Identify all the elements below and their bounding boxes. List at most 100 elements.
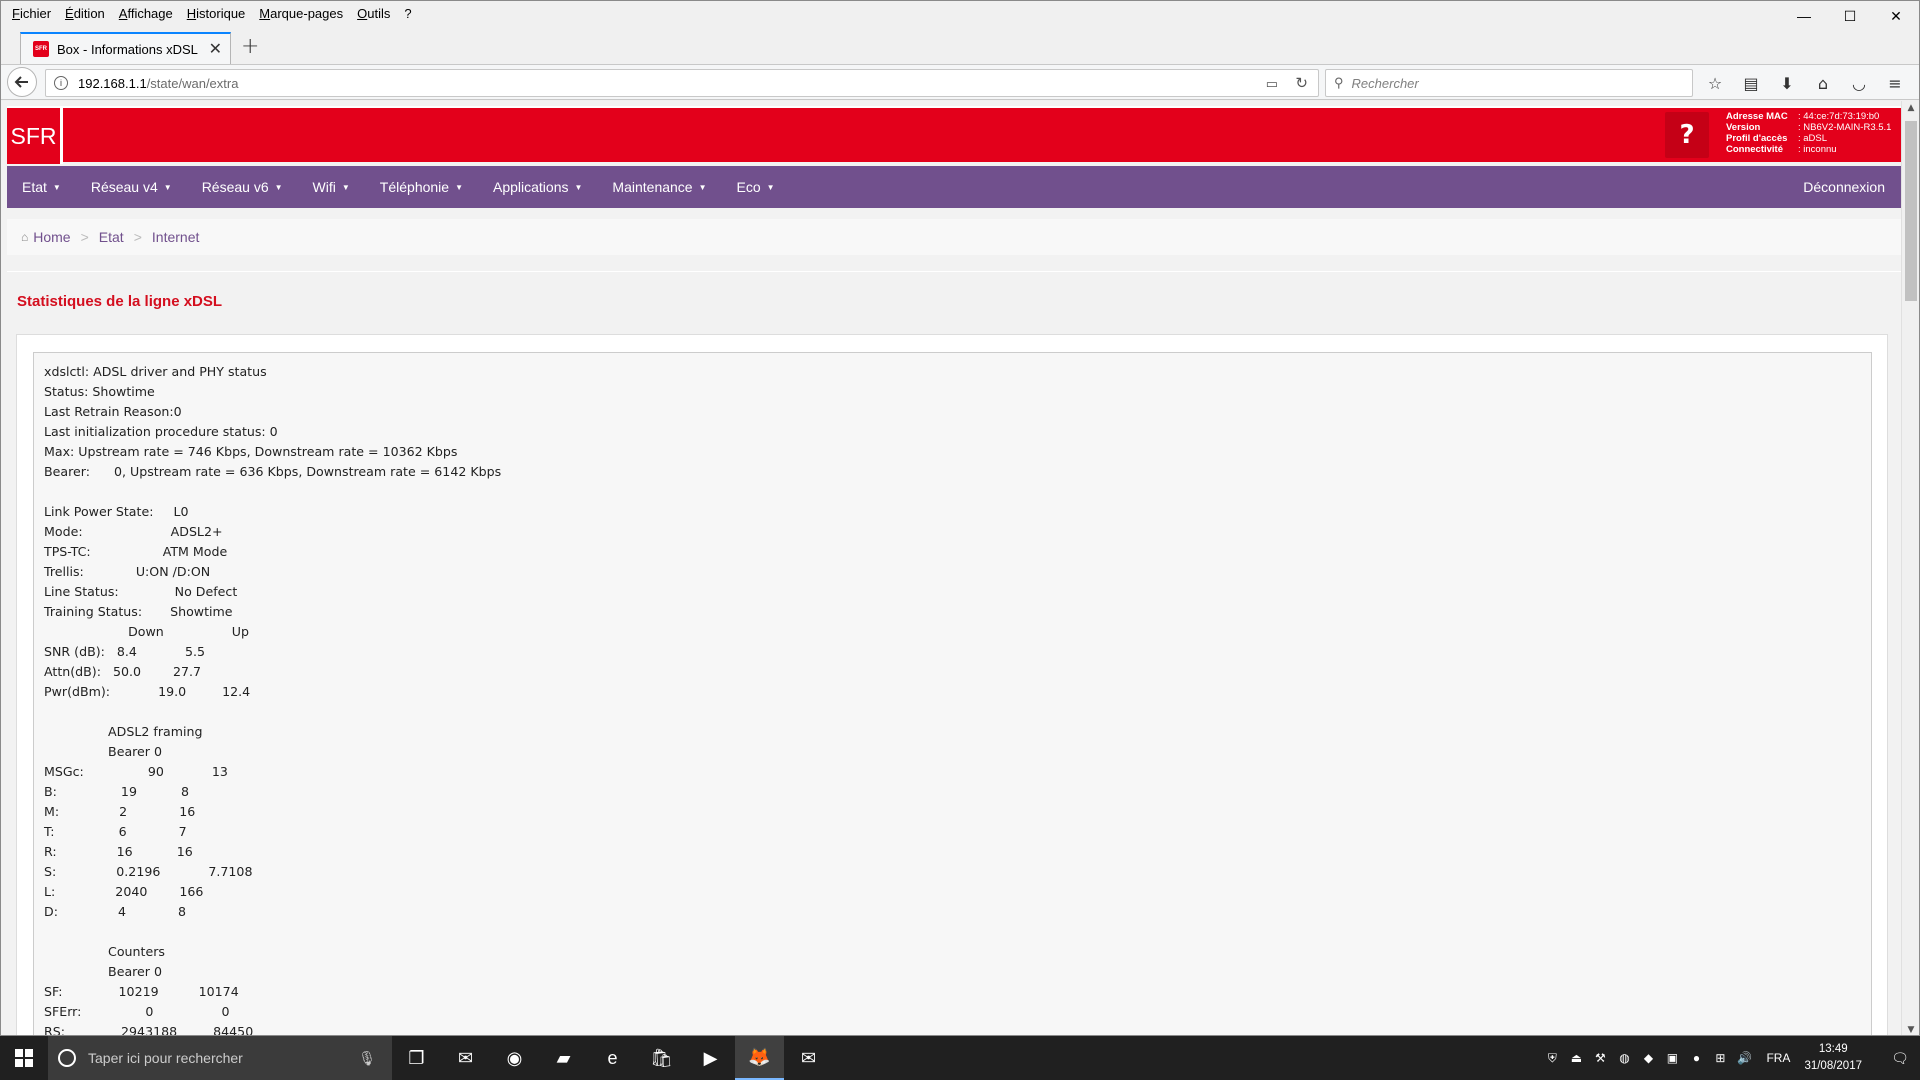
notifications-icon[interactable]: 🗨 xyxy=(1880,1050,1920,1067)
info-icon[interactable]: i xyxy=(54,76,68,90)
page-viewport: SFR ? Adresse MAC: 44:ce:7d:73:19:b0 Ver… xyxy=(1,101,1901,1036)
menu-outils[interactable]: Outils xyxy=(350,6,397,21)
breadcrumb-etat[interactable]: Etat xyxy=(99,229,124,245)
nav-item-eco[interactable]: Eco ▼ xyxy=(722,166,790,208)
media-player-icon[interactable]: ▶ xyxy=(686,1036,735,1080)
nav-label: Eco xyxy=(736,179,761,195)
search-icon: ⚲ xyxy=(1334,75,1344,90)
caret-down-icon: ▼ xyxy=(574,182,583,192)
breadcrumb-internet[interactable]: Internet xyxy=(152,229,199,245)
file-explorer-icon[interactable]: ▰ xyxy=(539,1036,588,1080)
nav-label: Maintenance xyxy=(612,179,693,195)
chrome-icon[interactable]: ◉ xyxy=(490,1036,539,1080)
microphone-icon[interactable]: 🎙 xyxy=(358,1050,376,1067)
reader-view-icon[interactable]: ▭ xyxy=(1266,76,1278,92)
reload-icon[interactable]: ↻ xyxy=(1295,74,1308,92)
info-row: Version : NB6V2-MAIN-R3.5.1 xyxy=(1726,122,1891,133)
nav-label: Téléphonie xyxy=(379,179,450,195)
home-icon[interactable]: ⌂ xyxy=(1805,69,1841,97)
scroll-up-icon[interactable]: ▲ xyxy=(1902,103,1919,113)
nav-item-reseau-v6[interactable]: Réseau v6 ▼ xyxy=(187,166,298,208)
nav-item-wifi[interactable]: Wifi ▼ xyxy=(298,166,365,208)
windows-start-icon[interactable] xyxy=(0,1036,48,1080)
nav-item-maintenance[interactable]: Maintenance ▼ xyxy=(597,166,721,208)
menu-affichage[interactable]: Affichage xyxy=(112,6,180,21)
info-value: : aDSL xyxy=(1798,133,1828,144)
info-key: Connectivité xyxy=(1726,144,1784,155)
pocket-icon[interactable]: ◡ xyxy=(1841,69,1877,97)
task-view-icon[interactable]: ❐ xyxy=(392,1036,441,1080)
tray-shield-icon[interactable]: ⛨ xyxy=(1540,1051,1564,1066)
nav-item-telephonie[interactable]: Téléphonie ▼ xyxy=(365,166,478,208)
clock-date: 31/08/2017 xyxy=(1804,1060,1862,1072)
nav-item-applications[interactable]: Applications ▼ xyxy=(478,166,597,208)
tray-app2-icon[interactable]: ● xyxy=(1684,1051,1708,1065)
tab-title: Box - Informations xDSL xyxy=(57,41,198,57)
caret-down-icon: ▼ xyxy=(341,182,350,192)
taskbar-search-box[interactable]: Taper ici pour rechercher 🎙 xyxy=(48,1036,392,1080)
cortana-icon xyxy=(58,1049,76,1067)
system-tray: ⛨ ⏏ ⚒ ◍ ◆ ▣ ● ⊞ 🔊 FRA 13:49 31/08/2017 🗨 xyxy=(1540,1036,1920,1080)
nav-label: Etat xyxy=(22,179,47,195)
url-path: /state/wan/extra xyxy=(146,75,239,91)
language-indicator[interactable]: FRA xyxy=(1766,1051,1790,1065)
help-button[interactable]: ? xyxy=(1665,112,1709,158)
info-row: Adresse MAC: 44:ce:7d:73:19:b0 xyxy=(1726,111,1891,122)
scrollbar-thumb[interactable] xyxy=(1905,121,1917,301)
tray-network-icon[interactable]: ⊞ xyxy=(1708,1051,1732,1065)
menu-marque-pages[interactable]: Marque-pages xyxy=(252,6,350,21)
stats-box: xdslctl: ADSL driver and PHY status Stat… xyxy=(33,352,1872,1036)
search-bar[interactable]: ⚲ Rechercher xyxy=(1325,69,1693,97)
menu-historique[interactable]: Historique xyxy=(180,6,253,21)
box-info: Adresse MAC: 44:ce:7d:73:19:b0 Version : … xyxy=(1726,111,1891,155)
menu-aide[interactable]: ? xyxy=(397,6,418,21)
caret-down-icon: ▼ xyxy=(698,182,707,192)
clock-time: 13:49 xyxy=(1818,1043,1848,1055)
scroll-down-icon[interactable]: ▼ xyxy=(1902,1025,1919,1035)
taskbar: Taper ici pour rechercher 🎙 ❐ ✉ ◉ ▰ e 🛍 … xyxy=(0,1036,1920,1080)
tray-tools-icon[interactable]: ⚒ xyxy=(1588,1051,1612,1065)
toolbar-icons: ☆ ▤ ⬇ ⌂ ◡ ≡ xyxy=(1697,69,1913,97)
download-icon[interactable]: ⬇ xyxy=(1769,69,1805,97)
back-arrow-icon[interactable] xyxy=(7,67,37,97)
nav-item-reseau-v4[interactable]: Réseau v4 ▼ xyxy=(76,166,187,208)
sfr-logo[interactable]: SFR xyxy=(7,108,63,164)
tray-nvidia-icon[interactable]: ▣ xyxy=(1660,1051,1684,1065)
hamburger-menu-icon[interactable]: ≡ xyxy=(1877,69,1913,97)
info-key: Version xyxy=(1726,122,1761,133)
library-icon[interactable]: ▤ xyxy=(1733,69,1769,97)
nav-label: Réseau v4 xyxy=(90,179,158,195)
clock[interactable]: 13:49 31/08/2017 xyxy=(1804,1041,1862,1075)
edge-icon[interactable]: e xyxy=(588,1036,637,1080)
breadcrumb-home[interactable]: Home xyxy=(33,229,70,245)
caret-down-icon: ▼ xyxy=(766,182,775,192)
menu-fichier[interactable]: Fichier xyxy=(5,6,58,21)
content-panel: xdslctl: ADSL driver and PHY status Stat… xyxy=(16,334,1888,1036)
mail-icon[interactable]: ✉ xyxy=(441,1036,490,1080)
store-icon[interactable]: 🛍 xyxy=(637,1036,686,1080)
tab-box-informations-xdsl[interactable]: SFR Box - Informations xDSL ✕ xyxy=(20,32,231,64)
bookmark-star-icon[interactable]: ☆ xyxy=(1697,69,1733,97)
tab-strip: SFR Box - Informations xDSL ✕ + xyxy=(1,26,1919,64)
caret-down-icon: ▼ xyxy=(163,182,172,192)
xdsl-stats-output: xdslctl: ADSL driver and PHY status Stat… xyxy=(44,364,502,1036)
menu-edition[interactable]: Édition xyxy=(58,6,112,21)
nav-item-etat[interactable]: Etat ▼ xyxy=(7,166,76,208)
info-value: : 44:ce:7d:73:19:b0 xyxy=(1798,111,1880,122)
page-title: Statistiques de la ligne xDSL xyxy=(17,292,223,310)
page-scrollbar[interactable]: ▲ ▼ xyxy=(1901,101,1919,1035)
new-tab-button[interactable]: + xyxy=(241,34,259,59)
tray-app-icon[interactable]: ◆ xyxy=(1636,1051,1660,1065)
url-bar[interactable]: i 192.168.1.1 /state/wan/extra ▭ ↻ xyxy=(45,69,1319,97)
app-icon[interactable]: ✉ xyxy=(784,1036,833,1080)
nav-label: Réseau v6 xyxy=(201,179,269,195)
tray-volume-icon[interactable]: 🔊 xyxy=(1732,1051,1756,1065)
tab-close-icon[interactable]: ✕ xyxy=(209,39,222,59)
info-value: : NB6V2-MAIN-R3.5.1 xyxy=(1798,122,1892,133)
menu-bar: Fichier Édition Affichage Historique Mar… xyxy=(1,1,1919,26)
logout-link[interactable]: Déconnexion xyxy=(1803,166,1885,208)
breadcrumb-separator: > xyxy=(80,229,89,245)
tray-disc-icon[interactable]: ◍ xyxy=(1612,1051,1636,1065)
firefox-icon[interactable]: 🦊 xyxy=(735,1036,784,1080)
tray-usb-icon[interactable]: ⏏ xyxy=(1564,1051,1588,1065)
